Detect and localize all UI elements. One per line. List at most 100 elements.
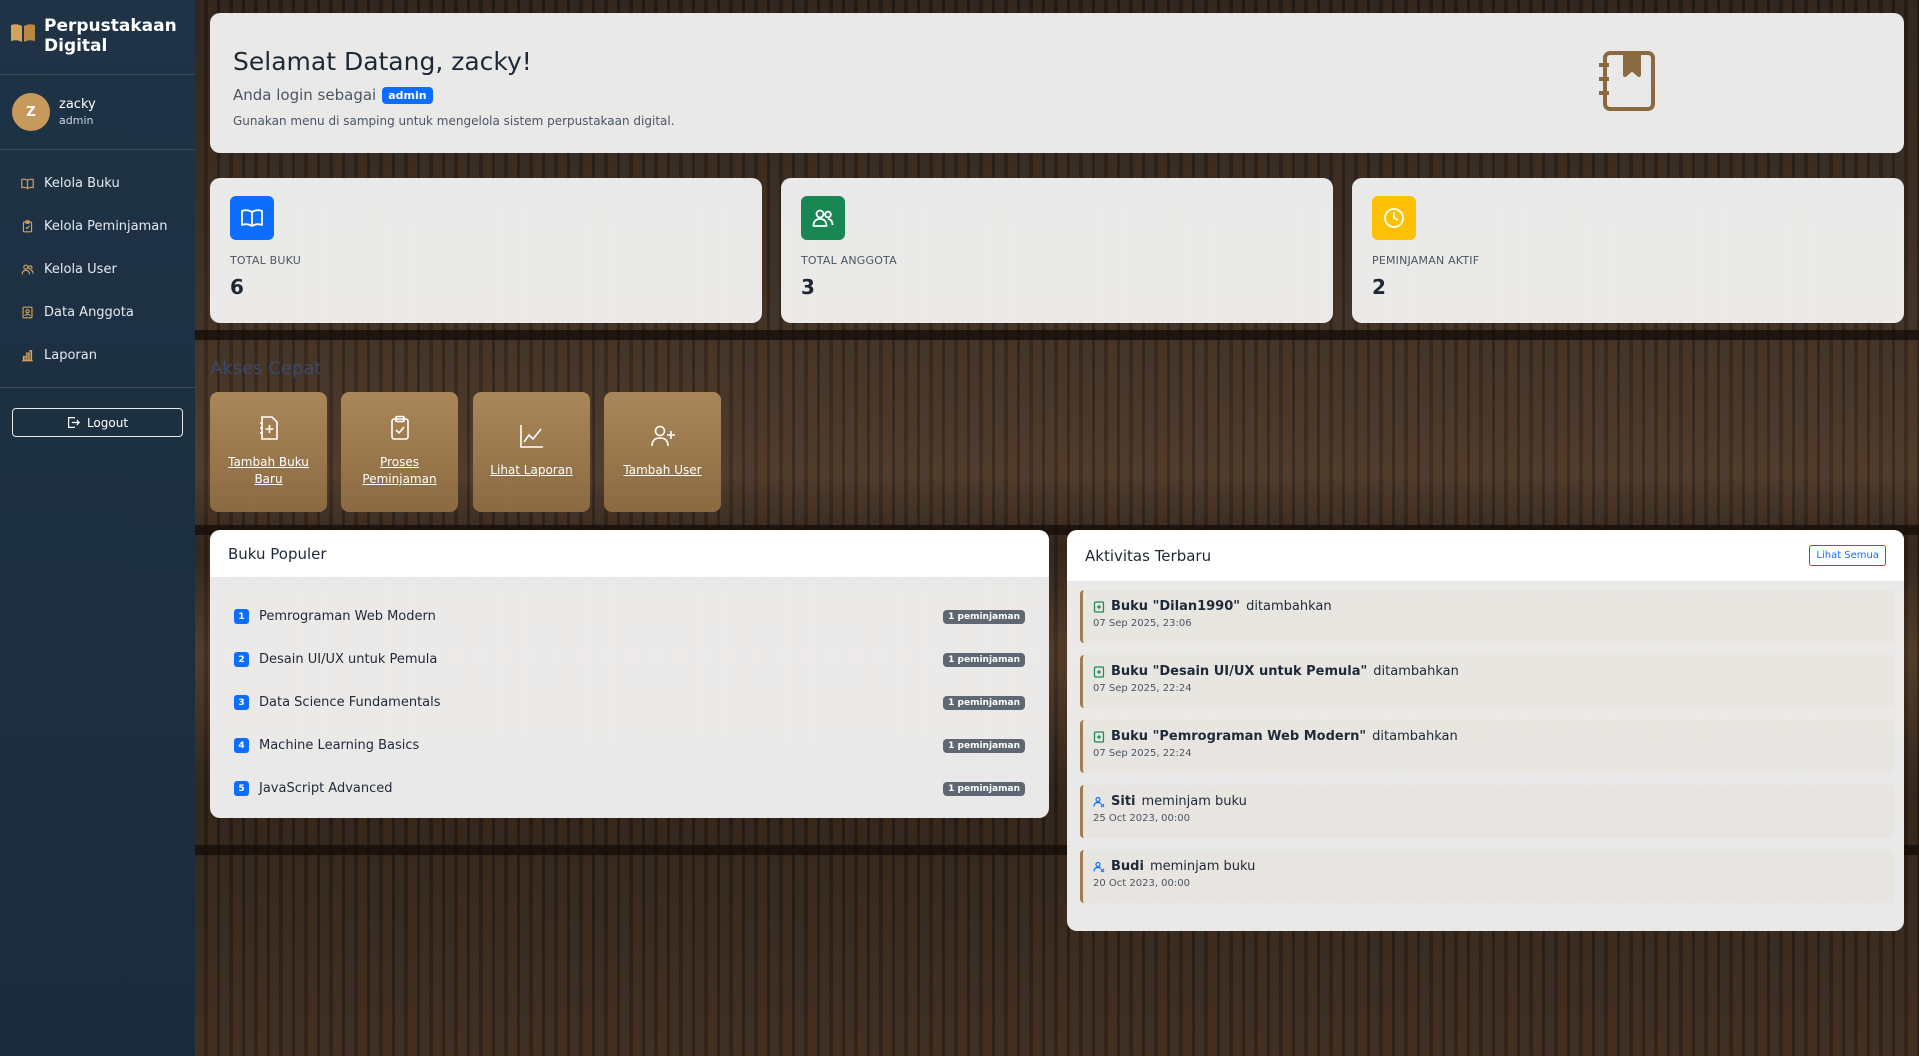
quick-view-report-button[interactable]: Lihat Laporan — [473, 392, 590, 512]
user-plus-icon — [650, 425, 675, 447]
activity-subject: Buku "Pemrograman Web Modern" — [1111, 729, 1367, 744]
rank-badge: 5 — [234, 781, 249, 796]
user-name: zacky — [59, 97, 96, 112]
loan-count-badge: 1 peminjaman — [943, 652, 1025, 667]
loan-count-badge: 1 peminjaman — [943, 781, 1025, 796]
role-badge: admin — [382, 86, 433, 104]
logout-icon — [68, 417, 80, 428]
activity-time: 25 Oct 2023, 00:00 — [1093, 813, 1190, 824]
logout-button[interactable]: Logout — [12, 408, 183, 437]
sidebar-item-label: Kelola Peminjaman — [44, 219, 168, 234]
user-borrow-icon — [1093, 861, 1105, 872]
book-title: JavaScript Advanced — [259, 781, 393, 796]
book-open-icon — [230, 196, 274, 240]
rank-badge: 4 — [234, 738, 249, 753]
open-book-icon — [11, 24, 35, 42]
stat-peminjaman-aktif: PEMINJAMAN AKTIF 2 — [1352, 178, 1904, 323]
quick-action-label: Lihat Laporan — [490, 463, 573, 477]
stat-label: PEMINJAMAN AKTIF — [1372, 254, 1480, 267]
list-item[interactable]: 1 Pemrograman Web Modern 1 peminjaman — [234, 595, 1025, 638]
line-chart-icon — [519, 425, 543, 448]
loan-count-badge: 1 peminjaman — [943, 738, 1025, 753]
welcome-card: Selamat Datang, zacky! Anda login sebaga… — [210, 13, 1904, 153]
activity-item[interactable]: Buku "Desain UI/UX untuk Pemula" ditamba… — [1080, 655, 1894, 708]
book-title: Data Science Fundamentals — [259, 695, 441, 710]
welcome-subtitle-text: Anda login sebagai — [233, 86, 377, 104]
activity-item[interactable]: Buku "Pemrograman Web Modern" ditambahka… — [1080, 720, 1894, 773]
list-item[interactable]: 3 Data Science Fundamentals 1 peminjaman — [234, 681, 1025, 724]
user-borrow-icon — [1093, 796, 1105, 807]
panel-header: Buku Populer — [210, 530, 1049, 578]
sidebar-item-label: Data Anggota — [44, 305, 134, 320]
rank-badge: 3 — [234, 695, 249, 710]
stat-value: 3 — [801, 275, 815, 299]
activity-time: 07 Sep 2025, 23:06 — [1093, 618, 1192, 629]
brand-title: Perpustakaan Digital — [44, 16, 177, 56]
book-title: Pemrograman Web Modern — [259, 609, 436, 624]
loan-count-badge: 1 peminjaman — [943, 695, 1025, 710]
id-card-icon — [22, 306, 33, 319]
welcome-hint: Gunakan menu di samping untuk mengelola … — [233, 114, 675, 128]
book-title: Desain UI/UX untuk Pemula — [259, 652, 438, 667]
sidebar: Perpustakaan Digital Z zacky admin Kelol… — [0, 0, 195, 1056]
popular-books-list: 1 Pemrograman Web Modern 1 peminjaman 2 … — [210, 578, 1049, 810]
sidebar-item-label: Kelola User — [44, 262, 117, 277]
rank-badge: 2 — [234, 652, 249, 667]
list-item[interactable]: 4 Machine Learning Basics 1 peminjaman — [234, 724, 1025, 767]
brand[interactable]: Perpustakaan Digital — [0, 0, 195, 75]
book-icon — [21, 178, 34, 190]
activity-item[interactable]: Siti meminjam buku 25 Oct 2023, 00:00 — [1080, 785, 1894, 838]
activity-time: 20 Oct 2023, 00:00 — [1093, 878, 1190, 889]
sidebar-item-data-anggota[interactable]: Data Anggota — [0, 291, 195, 334]
clipboard-icon — [22, 220, 33, 233]
file-plus-icon — [259, 416, 278, 440]
panel-title: Buku Populer — [228, 544, 327, 563]
bar-chart-icon — [22, 350, 33, 362]
quick-action-label: Proses Peminjaman — [362, 455, 437, 486]
list-item[interactable]: 5 JavaScript Advanced 1 peminjaman — [234, 767, 1025, 810]
activity-action: meminjam buku — [1149, 859, 1256, 874]
sidebar-item-laporan[interactable]: Laporan — [0, 334, 195, 377]
see-all-button[interactable]: Lihat Semua — [1809, 545, 1886, 566]
people-icon — [801, 196, 845, 240]
clock-icon — [1372, 196, 1416, 240]
sidebar-item-kelola-user[interactable]: Kelola User — [0, 248, 195, 291]
panel-header: Aktivitas Terbaru Lihat Semua — [1067, 530, 1904, 582]
quick-action-label: Tambah User — [623, 463, 702, 477]
activity-item[interactable]: Buku "Dilan1990" ditambahkan 07 Sep 2025… — [1080, 590, 1894, 643]
bookmark-book-icon — [1599, 51, 1655, 111]
user-profile: Z zacky admin — [0, 75, 195, 150]
bookshelf-decoration — [195, 330, 1919, 340]
recent-activity-panel: Aktivitas Terbaru Lihat Semua Buku "Dila… — [1067, 530, 1904, 931]
stat-value: 6 — [230, 275, 244, 299]
quick-add-user-button[interactable]: Tambah User — [604, 392, 721, 512]
activity-action: meminjam buku — [1141, 794, 1247, 809]
quick-process-loan-button[interactable]: Proses Peminjaman — [341, 392, 458, 512]
activity-time: 07 Sep 2025, 22:24 — [1093, 683, 1192, 694]
clipboard-check-icon — [390, 415, 409, 440]
sidebar-item-kelola-buku[interactable]: Kelola Buku — [0, 162, 195, 205]
welcome-subtitle: Anda login sebagai admin — [233, 86, 433, 104]
book-add-icon — [1093, 730, 1105, 743]
loan-count-badge: 1 peminjaman — [943, 609, 1025, 624]
panel-title: Aktivitas Terbaru — [1085, 546, 1212, 565]
book-add-icon — [1093, 600, 1105, 613]
welcome-title: Selamat Datang, zacky! — [233, 47, 532, 76]
activity-subject: Buku "Desain UI/UX untuk Pemula" — [1111, 664, 1368, 679]
quick-access-title: Akses Cepat — [210, 358, 322, 379]
main-content: Selamat Datang, zacky! Anda login sebaga… — [195, 0, 1919, 1056]
sidebar-item-kelola-peminjaman[interactable]: Kelola Peminjaman — [0, 205, 195, 248]
activity-action: ditambahkan — [1373, 664, 1459, 679]
list-item[interactable]: 2 Desain UI/UX untuk Pemula 1 peminjaman — [234, 638, 1025, 681]
activity-subject: Budi — [1111, 859, 1144, 874]
avatar: Z — [12, 93, 50, 131]
quick-add-book-button[interactable]: Tambah Buku Baru — [210, 392, 327, 512]
stat-total-anggota: TOTAL ANGGOTA 3 — [781, 178, 1333, 323]
activity-item[interactable]: Budi meminjam buku 20 Oct 2023, 00:00 — [1080, 850, 1894, 903]
stat-label: TOTAL BUKU — [230, 254, 301, 267]
logout-label: Logout — [86, 415, 129, 430]
stat-total-buku: TOTAL BUKU 6 — [210, 178, 762, 323]
users-icon — [21, 264, 34, 275]
stat-label: TOTAL ANGGOTA — [801, 254, 897, 267]
popular-books-panel: Buku Populer 1 Pemrograman Web Modern 1 … — [210, 530, 1049, 818]
